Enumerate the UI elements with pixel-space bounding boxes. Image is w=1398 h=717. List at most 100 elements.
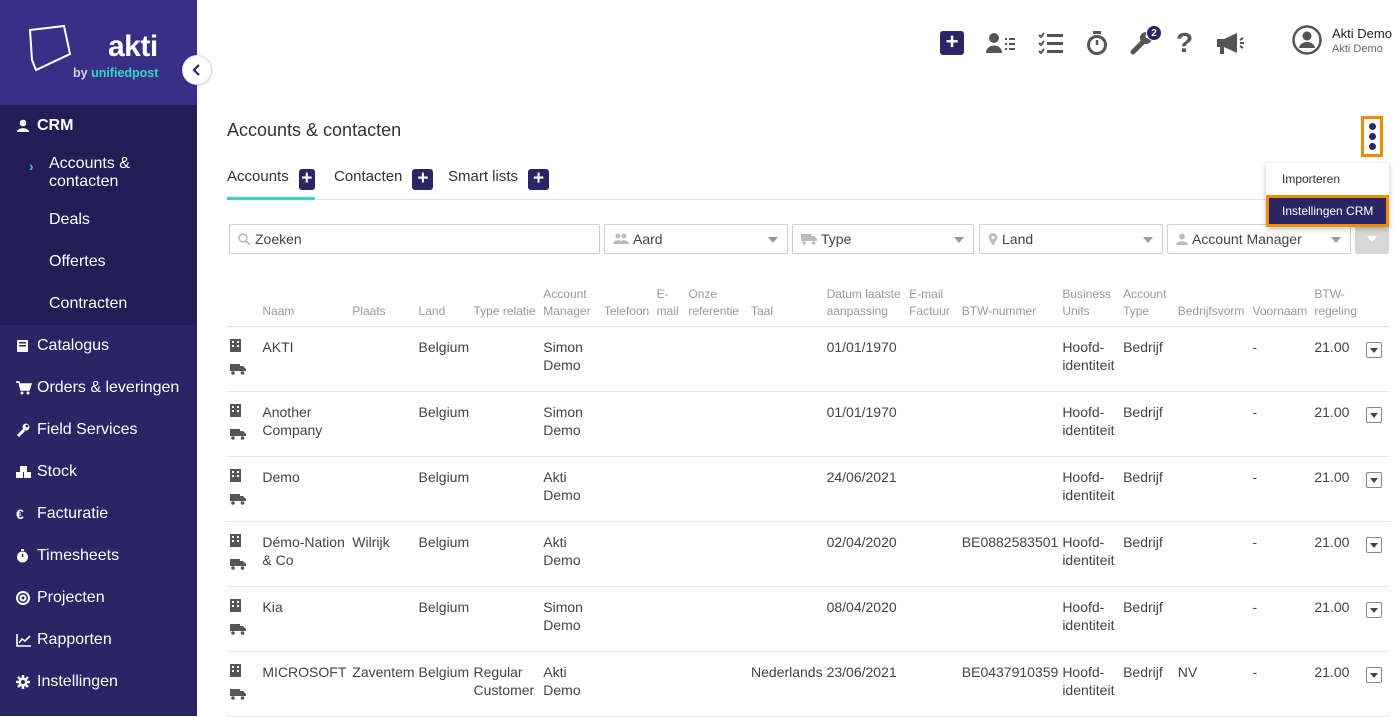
add-contact-button[interactable]: + <box>412 169 434 190</box>
sidebar-item-label: Timesheets <box>37 547 120 564</box>
cell-type-relatie <box>471 326 542 392</box>
sidebar-subitem-deals[interactable]: Deals <box>0 199 197 241</box>
row-dropdown-button[interactable] <box>1366 667 1383 683</box>
col-header-land[interactable]: Land <box>416 286 472 327</box>
search-input[interactable]: Zoeken <box>229 224 600 254</box>
row-dropdown-button[interactable] <box>1366 407 1383 423</box>
cell-taal <box>748 521 825 587</box>
col-header-type-relatie[interactable]: Type relatie <box>471 286 542 327</box>
col-header-taal[interactable]: Taal <box>748 286 825 327</box>
cell-btw: BE0882583501 <box>959 521 1061 587</box>
sidebar-subitem-offertes[interactable]: Offertes <box>0 241 197 283</box>
col-header-btw-regeling[interactable]: BTW-regeling <box>1312 286 1365 327</box>
table-header-row: Naam Plaats Land Type relatie Account Ma… <box>227 286 1389 327</box>
col-header-email[interactable]: E-mail <box>654 286 687 327</box>
col-header-plaats[interactable]: Plaats <box>350 286 417 327</box>
col-header-onze-referentie[interactable]: Onze referentie <box>686 286 749 327</box>
col-header-btw-nummer[interactable]: BTW-nummer <box>959 286 1061 327</box>
menu-item-instellingen-crm[interactable]: Instellingen CRM <box>1266 195 1389 227</box>
col-header-naam[interactable]: Naam <box>260 286 351 327</box>
sidebar-subitem-accounts[interactable]: › Accounts & contacten <box>0 147 197 199</box>
cell-type-relatie <box>471 521 542 587</box>
sidebar-item-orders[interactable]: Orders & leveringen <box>0 367 197 409</box>
stopwatch-icon <box>1087 31 1107 55</box>
cell-email-factuur <box>907 521 960 587</box>
caret-down-icon <box>1331 237 1341 243</box>
help-button[interactable]: ? <box>1176 27 1193 59</box>
menu-item-importeren[interactable]: Importeren <box>1266 163 1389 195</box>
row-actions-cell <box>1364 521 1389 587</box>
sidebar-item-instellingen[interactable]: Instellingen <box>0 661 197 703</box>
sidebar-item-crm[interactable]: CRM <box>0 105 197 147</box>
sidebar-subitem-contracten[interactable]: Contracten <box>0 283 197 325</box>
add-smart-list-button[interactable]: + <box>528 169 550 190</box>
collapse-sidebar-button[interactable] <box>182 55 212 85</box>
col-header-telefoon[interactable]: Telefoon <box>601 286 655 327</box>
sidebar-item-facturatie[interactable]: € Facturatie <box>0 493 197 535</box>
sidebar-item-catalogus[interactable]: Catalogus <box>0 325 197 367</box>
cell-naam[interactable]: Another Company <box>260 391 351 457</box>
tab-contacten[interactable]: Contacten + <box>334 168 434 200</box>
sidebar-item-rapporten[interactable]: Rapporten <box>0 619 197 661</box>
type-select[interactable]: Type <box>792 224 974 254</box>
tasks-button[interactable] <box>1038 32 1064 54</box>
sidebar-item-label: Orders & leveringen <box>37 379 180 396</box>
cell-taal <box>748 326 825 392</box>
cell-taal <box>748 586 825 652</box>
cell-naam[interactable]: Kia <box>260 586 351 652</box>
plus-icon: + <box>940 31 964 55</box>
more-options-button[interactable] <box>1361 116 1383 157</box>
aard-select[interactable]: Aard <box>604 224 788 254</box>
table-row[interactable]: AKTI Belgium Simon Demo 01/01/1970 Hoofd-ide… <box>227 326 1389 392</box>
cell-taal <box>748 391 825 457</box>
col-header-account-type[interactable]: Account Type <box>1121 286 1176 327</box>
tab-accounts[interactable]: Accounts + <box>227 168 315 200</box>
table-row[interactable]: MICROSOFT Zaventem Belgium Regular Customer… <box>227 651 1389 717</box>
col-header-voornaam[interactable]: Voornaam <box>1250 286 1313 327</box>
col-header-account-manager[interactable]: Account Manager <box>541 286 602 327</box>
table-row[interactable]: Kia Belgium Simon Demo 08/04/2020 Hoofd-iden… <box>227 586 1389 652</box>
user-menu[interactable]: Akti Demo Akti Demo <box>1292 25 1392 55</box>
table-row[interactable]: Another Company Belgium Simon Demo 01/01/19… <box>227 391 1389 457</box>
cell-plaats <box>350 456 417 522</box>
row-dropdown-button[interactable] <box>1366 342 1383 358</box>
sidebar-item-projecten[interactable]: Projecten <box>0 577 197 619</box>
truck-icon <box>230 621 258 639</box>
account-manager-select[interactable]: Account Manager <box>1167 224 1351 254</box>
row-dropdown-button[interactable] <box>1366 472 1383 488</box>
cell-naam[interactable]: Démo-Nation & Co <box>260 521 351 587</box>
kebab-dot-icon <box>1368 133 1376 140</box>
cell-naam[interactable]: MICROSOFT <box>260 651 351 717</box>
col-header-datum[interactable]: Datum laatste aanpassing <box>824 286 908 327</box>
land-select[interactable]: Land <box>979 224 1163 254</box>
cell-btw-regeling: 21.00 <box>1312 521 1365 587</box>
table-row[interactable]: Démo-Nation & Co Wilrijk Belgium Akti Demo 0… <box>227 521 1389 587</box>
table-row[interactable]: Demo Belgium Akti Demo 24/06/2021 Hoofd-iden… <box>227 456 1389 522</box>
col-header-business-units[interactable]: Business Units <box>1060 286 1122 327</box>
sidebar-item-timesheets[interactable]: Timesheets <box>0 535 197 577</box>
timer-button[interactable] <box>1086 31 1108 55</box>
add-account-button[interactable]: + <box>298 169 315 190</box>
col-header-email-factuur[interactable]: E-mail Factuur <box>907 286 960 327</box>
tab-smart-lists[interactable]: Smart lists + <box>448 168 550 200</box>
row-dropdown-button[interactable] <box>1366 537 1383 553</box>
sidebar-item-stock[interactable]: Stock <box>0 451 197 493</box>
cell-acc-type: Bedrijf <box>1121 456 1176 522</box>
more-filters-button[interactable] <box>1355 224 1389 254</box>
row-dropdown-button[interactable] <box>1366 602 1383 618</box>
cell-ref <box>686 521 749 587</box>
select-value: Land <box>1002 231 1034 247</box>
contacts-list-button[interactable] <box>986 32 1016 54</box>
cell-type-relatie <box>471 391 542 457</box>
cell-naam[interactable]: Demo <box>260 456 351 522</box>
cell-naam[interactable]: AKTI <box>260 326 351 392</box>
row-icons-cell <box>227 586 261 652</box>
row-actions-cell <box>1364 326 1389 392</box>
tools-button[interactable]: 2 <box>1130 25 1162 55</box>
sidebar-item-field-services[interactable]: Field Services <box>0 409 197 451</box>
announcements-button[interactable] <box>1215 31 1245 55</box>
col-header-bedrijfsvorm[interactable]: Bedrijfsvorm <box>1175 286 1251 327</box>
sidebar-item-label: Rapporten <box>37 631 112 648</box>
cell-telefoon <box>601 391 655 457</box>
quick-add-button[interactable]: + <box>940 31 964 55</box>
